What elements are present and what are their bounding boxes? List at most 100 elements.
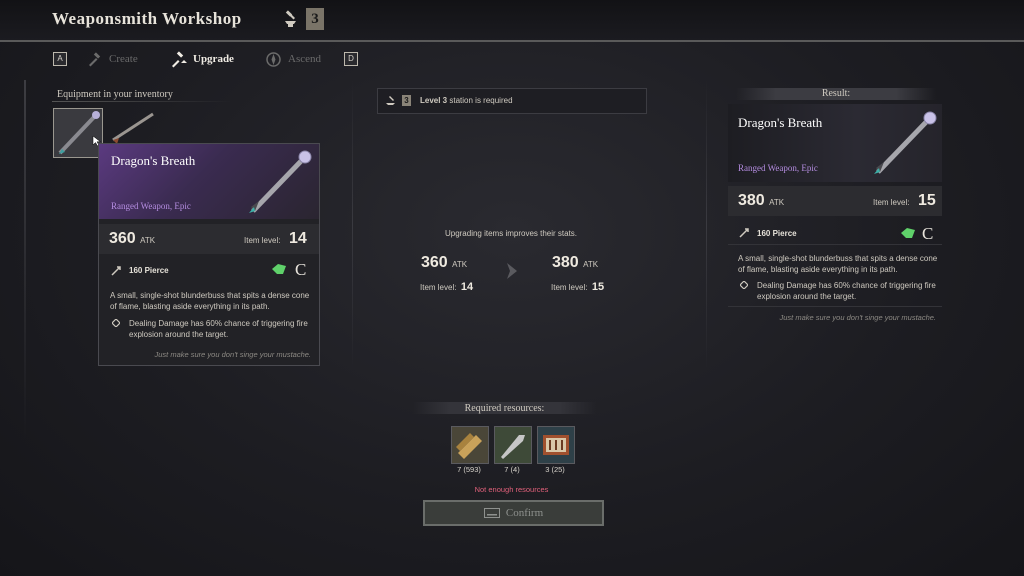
arrow-right-icon	[507, 263, 517, 279]
resource-required-metal: 7	[504, 465, 509, 474]
upgrade-to-level: Item level: 15	[551, 277, 604, 295]
inventory-slot-dragons-breath[interactable]	[53, 108, 103, 158]
result-flavor-text: Just make sure you don't singe your must…	[779, 313, 936, 322]
wood-logs-icon	[456, 433, 482, 459]
requirement-text: Level 3 station is required	[420, 96, 513, 105]
resources-label: Required resources:	[464, 403, 545, 414]
resource-required-wood: 7	[457, 465, 462, 474]
result-atk-value: 380	[738, 192, 765, 209]
page-title: Weaponsmith Workshop	[52, 9, 242, 28]
resource-count-metal: 7 (4)	[492, 465, 532, 474]
scaling-leaf-icon	[901, 228, 915, 238]
item-name: Dragon's Breath	[111, 153, 196, 168]
resource-slot-toolbox[interactable]	[537, 426, 575, 464]
result-pierce: 160 Pierce	[757, 229, 797, 238]
item-pierce: 160 Pierce	[129, 266, 169, 275]
upgrade-to-atk-unit: ATK	[583, 260, 599, 269]
result-item-type: Ranged Weapon, Epic	[738, 163, 818, 173]
result-level-value: 15	[918, 192, 936, 209]
item-level-value: 14	[289, 230, 307, 247]
upgrade-from-level: Item level: 14	[420, 277, 473, 295]
result-description: A small, single-shot blunderbuss that sp…	[738, 254, 938, 274]
scaling-leaf-icon	[272, 264, 286, 274]
ascend-sigil-icon	[266, 51, 281, 67]
upgrade-info-text: Upgrading items improves their stats.	[444, 229, 578, 238]
anvil-hammer-icon	[285, 10, 296, 27]
resource-required-toolbox: 3	[545, 465, 550, 474]
keyboard-icon	[483, 508, 500, 518]
diamond-bullet-icon	[112, 319, 120, 327]
next-tab-key-hint[interactable]: D	[344, 52, 358, 66]
item-effect: Dealing Damage has 60% chance of trigger…	[129, 319, 308, 339]
inventory-label: Equipment in your inventory	[57, 89, 173, 100]
tab-upgrade[interactable]: Upgrade	[170, 50, 234, 68]
requirement-rest-text: station is required	[449, 96, 513, 105]
diamond-bullet-icon	[740, 281, 748, 289]
item-scaling-grade: C	[295, 260, 307, 279]
resource-slot-metal[interactable]	[494, 426, 532, 464]
upgrade-to-atk: 380	[552, 254, 579, 271]
blunderbuss-icon	[874, 111, 937, 174]
panel-divider-right	[706, 80, 707, 370]
station-level-badge: 3	[306, 8, 324, 30]
upgrade-from-level-value: 14	[460, 281, 474, 293]
prev-tab-key-hint[interactable]: A	[53, 52, 67, 66]
not-enough-resources-warning: Not enough resources	[474, 485, 549, 494]
result-level-label: Item level:	[873, 198, 910, 207]
result-atk-unit: ATK	[769, 198, 785, 207]
upgrade-from-atk-unit: ATK	[452, 260, 468, 269]
required-level-badge: 3	[402, 95, 411, 106]
hammer-icon	[89, 51, 101, 66]
upgrade-from-level-label: Item level:	[420, 283, 457, 292]
item-atk-unit: ATK	[140, 236, 156, 245]
result-effect: Dealing Damage has 60% chance of trigger…	[757, 281, 936, 301]
upgrade-from-atk: 360	[421, 254, 448, 271]
item-type: Ranged Weapon, Epic	[111, 201, 191, 211]
pierce-icon	[739, 228, 749, 238]
tab-ascend-label: Ascend	[288, 53, 321, 65]
requirement-level-text: Level 3	[420, 96, 448, 105]
toolbox-icon	[543, 435, 569, 455]
result-header: Dragon's Breath Ranged Weapon, Epic	[728, 104, 942, 182]
resource-owned-wood: (593)	[463, 465, 481, 474]
tab-create-label: Create	[109, 53, 138, 65]
confirm-button[interactable]: Confirm	[423, 500, 604, 526]
left-panel-border	[24, 80, 26, 440]
upgrade-hammer-icon	[172, 50, 187, 67]
tab-create[interactable]: Create	[86, 50, 138, 68]
item-tooltip-header: Dragon's Breath Ranged Weapon, Epic	[99, 144, 319, 219]
tab-upgrade-label: Upgrade	[193, 53, 234, 65]
blunderbuss-icon	[249, 150, 312, 213]
confirm-button-label: Confirm	[505, 507, 544, 519]
result-item-name: Dragon's Breath	[738, 115, 823, 130]
resource-count-wood: 7 (593)	[449, 465, 489, 474]
resource-owned-toolbox: (25)	[551, 465, 565, 474]
result-label: Result:	[821, 88, 851, 99]
result-stat-row: 380 ATK Item level: 15	[728, 186, 942, 216]
item-description: A small, single-shot blunderbuss that sp…	[110, 291, 310, 311]
item-tooltip-card: Dragon's Breath Ranged Weapon, Epic 360 …	[98, 143, 320, 366]
tab-ascend[interactable]: Ascend	[265, 50, 321, 68]
pierce-icon	[111, 266, 121, 276]
upgrade-to-stats: 380 ATK	[552, 254, 598, 272]
result-divider	[728, 244, 942, 245]
resource-count-toolbox: 3 (25)	[535, 465, 575, 474]
upgrade-to-level-value: 15	[591, 281, 605, 293]
item-level-label: Item level:	[244, 236, 281, 245]
header-bar: Weaponsmith Workshop 3	[0, 0, 1024, 42]
upgrade-to-level-label: Item level:	[551, 283, 588, 292]
metal-blade-icon	[501, 435, 525, 459]
resource-owned-metal: (4)	[510, 465, 520, 474]
anvil-hammer-icon	[386, 96, 395, 105]
panel-divider-left	[352, 80, 353, 370]
item-flavor-text: Just make sure you don't singe your must…	[154, 350, 311, 359]
station-requirement-box: 3 Level 3 station is required	[377, 88, 647, 114]
item-stat-row: 360 ATK Item level: 14	[99, 224, 319, 254]
upgrade-from-stats: 360 ATK	[421, 254, 467, 272]
rifle-icon	[112, 112, 154, 144]
inventory-label-underline	[52, 101, 232, 102]
result-scaling-grade: C	[922, 224, 934, 243]
result-divider-2	[728, 306, 942, 307]
blunderbuss-icon	[58, 111, 100, 155]
resource-slot-wood[interactable]	[451, 426, 489, 464]
